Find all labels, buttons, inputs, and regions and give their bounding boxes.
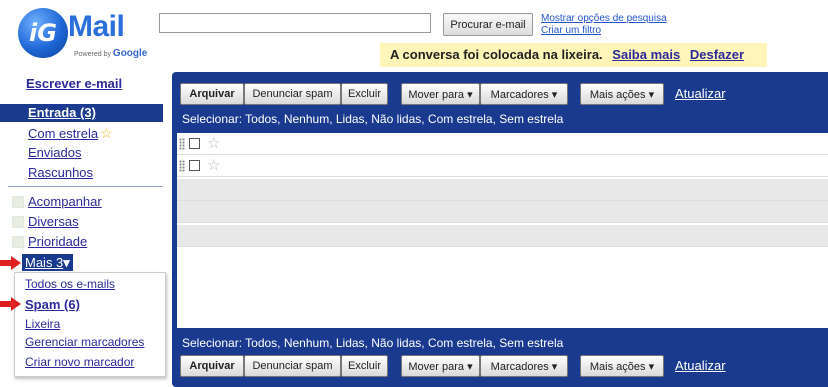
show-search-options-link[interactable]: Mostrar opções de pesquisa bbox=[541, 13, 667, 25]
sidebar-item-inbox[interactable]: Entrada (3) bbox=[0, 104, 163, 122]
report-spam-button[interactable]: Denunciar spam bbox=[244, 355, 341, 377]
more-labels-toggle[interactable]: Mais 3▾ bbox=[22, 254, 73, 271]
move-to-button[interactable]: Mover para ▾ bbox=[401, 83, 480, 105]
label-color-swatch bbox=[12, 216, 24, 228]
more-actions-button[interactable]: Mais ações ▾ bbox=[580, 83, 664, 105]
trash-notice: A conversa foi colocada na lixeira. Saib… bbox=[380, 43, 767, 67]
star-toggle-icon[interactable]: ☆ bbox=[207, 133, 220, 155]
logo-powered-by: Powered by Google bbox=[74, 48, 147, 59]
label-link[interactable]: Acompanhar bbox=[28, 194, 102, 209]
delete-button[interactable]: Excluir bbox=[341, 83, 388, 105]
sidebar-item-drafts[interactable]: Rascunhos bbox=[28, 165, 93, 181]
message-list: ☆ ☆ bbox=[177, 133, 828, 328]
learn-more-link[interactable]: Saiba mais bbox=[612, 47, 680, 62]
chevron-down-icon: ▾ bbox=[63, 255, 70, 270]
compose-container: Escrever e-mail bbox=[26, 76, 122, 91]
archive-button[interactable]: Arquivar bbox=[180, 83, 244, 105]
notice-message: A conversa foi colocada na lixeira. bbox=[390, 47, 603, 62]
create-filter-link[interactable]: Criar um filtro bbox=[541, 25, 667, 37]
sent-link[interactable]: Enviados bbox=[28, 145, 81, 160]
sidebar-item-sent[interactable]: Enviados bbox=[28, 145, 81, 161]
search-mail-button[interactable]: Procurar e-mail bbox=[443, 13, 533, 36]
star-icon: ☆ bbox=[100, 125, 113, 141]
move-to-button[interactable]: Mover para ▾ bbox=[401, 355, 480, 377]
refresh-link[interactable]: Atualizar bbox=[675, 358, 726, 373]
more-labels-dropdown: Todos os e-mails Spam (6) Lixeira Gerenc… bbox=[14, 272, 166, 377]
sidebar-label-1[interactable]: Diversas bbox=[28, 214, 79, 230]
message-row[interactable]: ☆ bbox=[177, 133, 828, 155]
logo-wordmark: Mail bbox=[68, 10, 125, 43]
dropdown-item-create-label[interactable]: Criar novo marcador bbox=[25, 355, 134, 369]
igmail-logo[interactable]: iG Mail Powered by Google bbox=[18, 8, 148, 62]
message-row[interactable] bbox=[177, 225, 828, 247]
labels-button[interactable]: Marcadores ▾ bbox=[480, 83, 568, 105]
label-link[interactable]: Prioridade bbox=[28, 234, 87, 249]
drag-grip-icon[interactable] bbox=[179, 138, 185, 150]
undo-link[interactable]: Desfazer bbox=[690, 47, 744, 62]
sidebar-label-0[interactable]: Acompanhar bbox=[28, 194, 102, 210]
starred-link[interactable]: Com estrela bbox=[28, 126, 98, 141]
dropdown-item-manage-labels[interactable]: Gerenciar marcadores bbox=[25, 335, 144, 349]
message-list-panel: Arquivar Denunciar spam Excluir Mover pa… bbox=[172, 72, 828, 387]
red-arrow-icon bbox=[0, 256, 21, 270]
message-checkbox[interactable] bbox=[189, 160, 200, 171]
label-color-swatch bbox=[12, 236, 24, 248]
dropdown-item-all-mail[interactable]: Todos os e-mails bbox=[25, 277, 115, 291]
message-row[interactable] bbox=[177, 201, 828, 223]
refresh-link[interactable]: Atualizar bbox=[675, 86, 726, 101]
search-input[interactable] bbox=[159, 13, 431, 33]
message-row[interactable]: ☆ bbox=[177, 155, 828, 177]
message-checkbox[interactable] bbox=[189, 138, 200, 149]
logo-powered-brand: Google bbox=[112, 48, 148, 59]
sidebar-item-starred[interactable]: Com estrela ☆ bbox=[28, 125, 113, 142]
label-color-swatch bbox=[12, 196, 24, 208]
drafts-link[interactable]: Rascunhos bbox=[28, 165, 93, 180]
sidebar-divider bbox=[8, 186, 163, 187]
red-arrow-icon bbox=[0, 297, 21, 311]
labels-button[interactable]: Marcadores ▾ bbox=[480, 355, 568, 377]
delete-button[interactable]: Excluir bbox=[341, 355, 388, 377]
more-labels-label: Mais 3 bbox=[25, 255, 64, 270]
logo-badge: iG bbox=[18, 8, 68, 58]
message-row[interactable] bbox=[177, 179, 828, 201]
dropdown-item-trash[interactable]: Lixeira bbox=[25, 317, 60, 331]
archive-button[interactable]: Arquivar bbox=[180, 355, 244, 377]
dropdown-item-spam[interactable]: Spam (6) bbox=[25, 297, 80, 312]
logo-powered-label: Powered by bbox=[74, 51, 111, 58]
select-bar-top[interactable]: Selecionar: Todos, Nenhum, Lidas, Não li… bbox=[182, 112, 563, 126]
compose-link[interactable]: Escrever e-mail bbox=[26, 76, 122, 91]
sidebar-label-2[interactable]: Prioridade bbox=[28, 234, 87, 250]
star-toggle-icon[interactable]: ☆ bbox=[207, 155, 220, 177]
select-bar-bottom[interactable]: Selecionar: Todos, Nenhum, Lidas, Não li… bbox=[182, 336, 563, 350]
report-spam-button[interactable]: Denunciar spam bbox=[244, 83, 341, 105]
search-links: Mostrar opções de pesquisa Criar um filt… bbox=[541, 13, 667, 37]
more-actions-button[interactable]: Mais ações ▾ bbox=[580, 355, 664, 377]
inbox-link[interactable]: Entrada (3) bbox=[28, 105, 96, 120]
drag-grip-icon[interactable] bbox=[179, 160, 185, 172]
label-link[interactable]: Diversas bbox=[28, 214, 79, 229]
